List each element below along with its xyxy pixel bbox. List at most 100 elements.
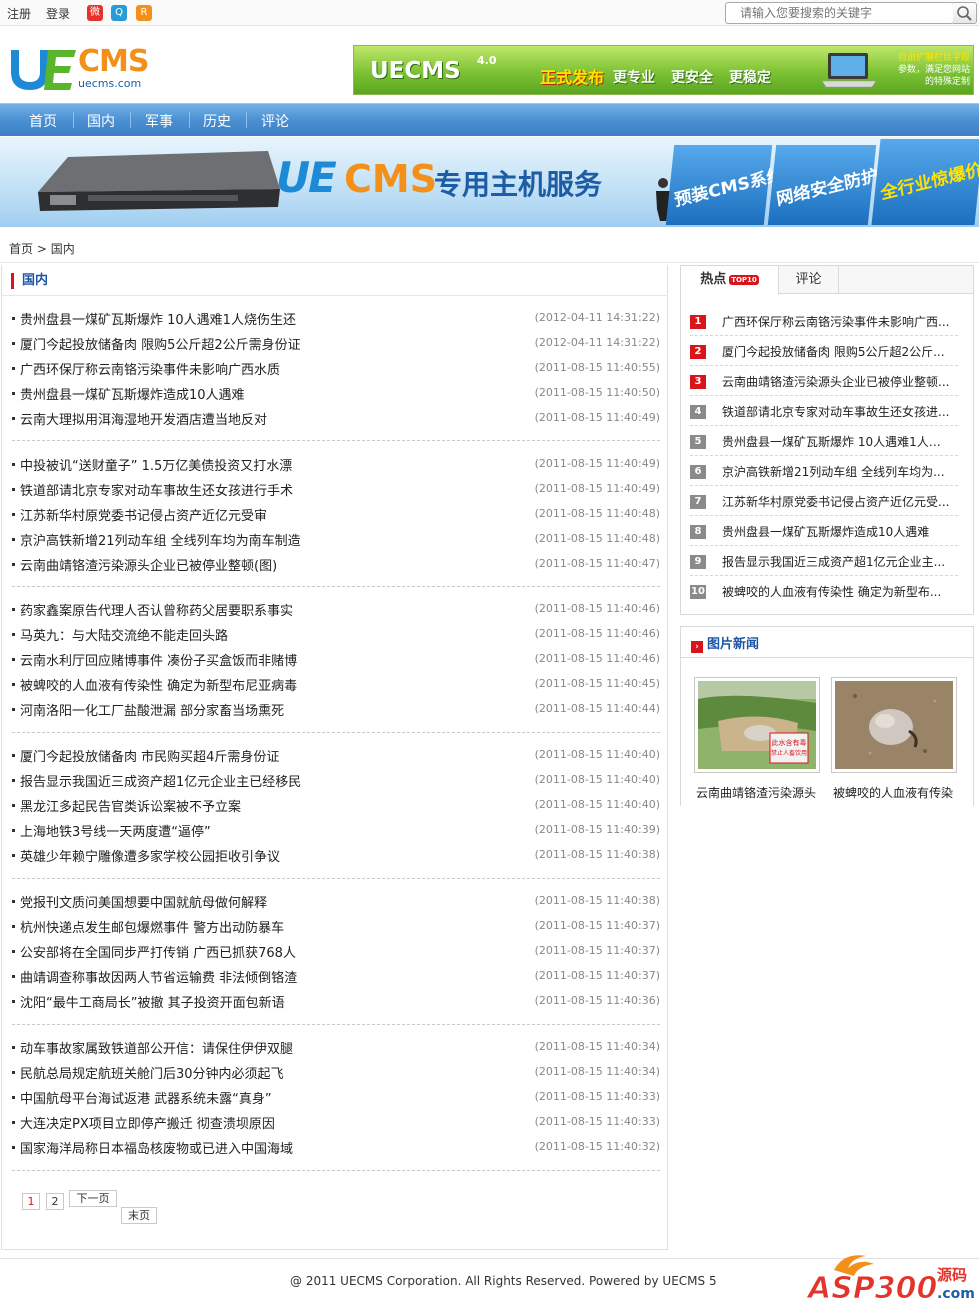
news-title[interactable]: 贵州盘县一煤矿瓦斯爆炸 10人遇难1人烧伤生还 xyxy=(20,309,296,328)
news-row[interactable]: 厦门今起投放储备肉 限购5公斤超2公斤需身份证 (2012-04-11 14:31… xyxy=(12,333,660,353)
news-title[interactable]: 京沪高铁新增21列动车组 全线列车均为南车制造 xyxy=(20,530,301,549)
hot-list-item[interactable]: 9 报告显示我国近三成资产超1亿元企业主... xyxy=(690,546,958,576)
hot-list-item[interactable]: 2 厦门今起投放储备肉 限购5公斤超2公斤... xyxy=(690,336,958,366)
hot-list-item[interactable]: 8 贵州盘县一煤矿瓦斯爆炸造成10人遇难 xyxy=(690,516,958,546)
nav-item-history[interactable]: 历史 xyxy=(203,111,231,131)
news-title[interactable]: 党报刊文质问美国想要中国就航母做何解释 xyxy=(20,892,267,911)
rss-icon[interactable]: R xyxy=(136,5,152,21)
hot-title[interactable]: 云南曲靖铬渣污染源头企业已被停业整顿... xyxy=(722,373,952,390)
search-button[interactable] xyxy=(953,2,977,24)
news-row[interactable]: 报告显示我国近三成资产超1亿元企业主已经移民 (2011-08-15 11:40:… xyxy=(12,770,660,790)
news-row[interactable]: 云南大理拟用洱海湿地开发酒店遭当地反对 (2011-08-15 11:40:49) xyxy=(12,408,660,428)
news-title[interactable]: 公安部将在全国同步严打传销 广西已抓获768人 xyxy=(20,942,296,961)
hot-title[interactable]: 被蜱咬的人血液有传染性 确定为新型布... xyxy=(722,583,952,600)
news-row[interactable]: 广西环保厅称云南铬污染事件未影响广西水质 (2011-08-15 11:40:55… xyxy=(12,358,660,378)
news-title[interactable]: 曲靖调查称事故因两人节省运输费 非法倾倒铬渣 xyxy=(20,967,297,986)
news-title[interactable]: 民航总局规定航班关舱门后30分钟内必须起飞 xyxy=(20,1063,284,1082)
news-row[interactable]: 贵州盘县一煤矿瓦斯爆炸造成10人遇难 (2011-08-15 11:40:50) xyxy=(12,383,660,403)
page-button-current[interactable]: 1 xyxy=(22,1193,40,1210)
news-row[interactable]: 沈阳“最牛工商局长”被撤 其子投资开面包新语 (2011-08-15 11:40:… xyxy=(12,991,660,1011)
hot-list-item[interactable]: 1 广西环保厅称云南铬污染事件未影响广西... xyxy=(690,306,958,336)
news-row[interactable]: 大连决定PX项目立即停产搬迁 彻查溃坝原因 (2011-08-15 11:40:3… xyxy=(12,1112,660,1132)
site-logo[interactable]: CMS uecms.com xyxy=(8,44,149,96)
hot-list-item[interactable]: 5 贵州盘县一煤矿瓦斯爆炸 10人遇难1人烧... xyxy=(690,426,958,456)
uecms-release-banner[interactable]: UECMS 4.0 正式发布 更专业 更安全 更稳定 自由扩展栏目字段 参数，满… xyxy=(353,45,974,95)
nav-item-home[interactable]: 首页 xyxy=(29,111,57,131)
news-row[interactable]: 公安部将在全国同步严打传销 广西已抓获768人 (2011-08-15 11:40… xyxy=(12,941,660,961)
news-title[interactable]: 马英九：与大陆交流绝不能走回头路 xyxy=(20,625,228,644)
hot-title[interactable]: 京沪高铁新增21列动车组 全线列车均为... xyxy=(722,463,952,480)
nav-item-domestic[interactable]: 国内 xyxy=(87,111,115,131)
news-row[interactable]: 中国航母平台海试返港 武器系统未露“真身” (2011-08-15 11:40:3… xyxy=(12,1087,660,1107)
news-title[interactable]: 沈阳“最牛工商局长”被撤 其子投资开面包新语 xyxy=(20,992,285,1011)
news-row[interactable]: 民航总局规定航班关舱门后30分钟内必须起飞 (2011-08-15 11:40:3… xyxy=(12,1062,660,1082)
news-title[interactable]: 贵州盘县一煤矿瓦斯爆炸造成10人遇难 xyxy=(20,384,245,403)
tab-comment[interactable]: 评论 xyxy=(779,266,839,294)
news-row[interactable]: 上海地铁3号线一天两度遭“逼停” (2011-08-15 11:40:39) xyxy=(12,820,660,840)
news-row[interactable]: 英雄少年赖宁雕像遭多家学校公园拒收引争议 (2011-08-15 11:40:38… xyxy=(12,845,660,865)
news-title[interactable]: 黑龙江多起民告官类诉讼案被不予立案 xyxy=(20,796,241,815)
picture-news-caption[interactable]: 云南曲靖铬渣污染源头 xyxy=(696,784,824,801)
breadcrumb-home[interactable]: 首页 xyxy=(9,242,33,256)
news-title[interactable]: 厦门今起投放储备肉 限购5公斤超2公斤需身份证 xyxy=(20,334,301,353)
register-link[interactable]: 注册 xyxy=(7,5,31,22)
news-title[interactable]: 动车事故家属致铁道部公开信：请保住伊伊双腿 xyxy=(20,1038,293,1057)
nav-item-comment[interactable]: 评论 xyxy=(261,111,289,131)
news-row[interactable]: 云南曲靖铬渣污染源头企业已被停业整顿(图) (2011-08-15 11:40:4… xyxy=(12,554,660,574)
news-row[interactable]: 国家海洋局称日本福岛核废物或已进入中国海域 (2011-08-15 11:40:3… xyxy=(12,1137,660,1157)
news-row[interactable]: 马英九：与大陆交流绝不能走回头路 (2011-08-15 11:40:46) xyxy=(12,624,660,644)
login-link[interactable]: 登录 xyxy=(46,5,70,22)
news-row[interactable]: 药家鑫案原告代理人否认曾称药父居要职系事实 (2011-08-15 11:40:4… xyxy=(12,599,660,619)
last-page-button[interactable]: 末页 xyxy=(121,1207,157,1224)
news-row[interactable]: 贵州盘县一煤矿瓦斯爆炸 10人遇难1人烧伤生还 (2012-04-11 14:31… xyxy=(12,308,660,328)
news-title[interactable]: 云南水利厅回应赌博事件 凑份子买盒饭而非赌博 xyxy=(20,650,297,669)
news-row[interactable]: 曲靖调查称事故因两人节省运输费 非法倾倒铬渣 (2011-08-15 11:40:… xyxy=(12,966,660,986)
hot-list-item[interactable]: 7 江苏新华村原党委书记侵占资产近亿元受... xyxy=(690,486,958,516)
news-title[interactable]: 云南曲靖铬渣污染源头企业已被停业整顿(图) xyxy=(20,555,277,574)
news-row[interactable]: 被蜱咬的人血液有传染性 确定为新型布尼亚病毒 (2011-08-15 11:40:… xyxy=(12,674,660,694)
news-title[interactable]: 杭州快递点发生邮包爆燃事件 警方出动防暴车 xyxy=(20,917,284,936)
hot-title[interactable]: 贵州盘县一煤矿瓦斯爆炸造成10人遇难 xyxy=(722,523,952,540)
news-title[interactable]: 上海地铁3号线一天两度遭“逼停” xyxy=(20,821,211,840)
hot-title[interactable]: 厦门今起投放储备肉 限购5公斤超2公斤... xyxy=(722,343,952,360)
hot-list-item[interactable]: 4 铁道部请北京专家对动车事故生还女孩进... xyxy=(690,396,958,426)
news-title[interactable]: 云南大理拟用洱海湿地开发酒店遭当地反对 xyxy=(20,409,267,428)
news-title[interactable]: 中国航母平台海试返港 武器系统未露“真身” xyxy=(20,1088,272,1107)
hot-list-item[interactable]: 10 被蜱咬的人血液有传染性 确定为新型布... xyxy=(690,576,958,606)
news-title[interactable]: 中投被讥“送财童子” 1.5万亿美债投资又打水漂 xyxy=(20,455,292,474)
news-row[interactable]: 厦门今起投放储备肉 市民购买超4斤需身份证 (2011-08-15 11:40:4… xyxy=(12,745,660,765)
news-row[interactable]: 黑龙江多起民告官类诉讼案被不予立案 (2011-08-15 11:40:40) xyxy=(12,795,660,815)
news-title[interactable]: 广西环保厅称云南铬污染事件未影响广西水质 xyxy=(20,359,280,378)
news-title[interactable]: 报告显示我国近三成资产超1亿元企业主已经移民 xyxy=(20,771,301,790)
breadcrumb-current[interactable]: 国内 xyxy=(51,242,75,256)
hot-list-item[interactable]: 3 云南曲靖铬渣污染源头企业已被停业整顿... xyxy=(690,366,958,396)
news-row[interactable]: 动车事故家属致铁道部公开信：请保住伊伊双腿 (2011-08-15 11:40:3… xyxy=(12,1037,660,1057)
news-title[interactable]: 河南洛阳一化工厂盐酸泄漏 部分家畜当场熏死 xyxy=(20,700,284,719)
news-row[interactable]: 杭州快递点发生邮包爆燃事件 警方出动防暴车 (2011-08-15 11:40:3… xyxy=(12,916,660,936)
picture-news-caption[interactable]: 被蜱咬的人血液有传染 xyxy=(833,784,961,801)
news-row[interactable]: 河南洛阳一化工厂盐酸泄漏 部分家畜当场熏死 (2011-08-15 11:40:4… xyxy=(12,699,660,719)
hot-list-item[interactable]: 6 京沪高铁新增21列动车组 全线列车均为... xyxy=(690,456,958,486)
news-row[interactable]: 京沪高铁新增21列动车组 全线列车均为南车制造 (2011-08-15 11:40… xyxy=(12,529,660,549)
picture-news-image[interactable]: 此水含有毒 禁止人畜饮用 xyxy=(694,677,820,773)
page-button[interactable]: 2 xyxy=(46,1193,64,1210)
news-title[interactable]: 大连决定PX项目立即停产搬迁 彻查溃坝原因 xyxy=(20,1113,275,1132)
tencent-weibo-icon[interactable]: Q xyxy=(111,5,127,21)
nav-item-military[interactable]: 军事 xyxy=(145,111,173,131)
news-row[interactable]: 中投被讥“送财童子” 1.5万亿美债投资又打水漂 (2011-08-15 11:4… xyxy=(12,454,660,474)
tab-hot[interactable]: 热点 TOP10 xyxy=(681,266,779,295)
news-title[interactable]: 药家鑫案原告代理人否认曾称药父居要职系事实 xyxy=(20,600,293,619)
hosting-banner[interactable]: UE CMS 专用主机服务 预装CMS系统 网络安全防护 全行业惊爆价 xyxy=(0,137,979,227)
news-title[interactable]: 被蜱咬的人血液有传染性 确定为新型布尼亚病毒 xyxy=(20,675,297,694)
hot-title[interactable]: 江苏新华村原党委书记侵占资产近亿元受... xyxy=(722,493,952,510)
hot-title[interactable]: 报告显示我国近三成资产超1亿元企业主... xyxy=(722,553,952,570)
news-title[interactable]: 江苏新华村原党委书记侵占资产近亿元受审 xyxy=(20,505,267,524)
news-title[interactable]: 国家海洋局称日本福岛核废物或已进入中国海域 xyxy=(20,1138,293,1157)
news-row[interactable]: 党报刊文质问美国想要中国就航母做何解释 (2011-08-15 11:40:38) xyxy=(12,891,660,911)
search-input[interactable] xyxy=(725,2,954,24)
hot-title[interactable]: 贵州盘县一煤矿瓦斯爆炸 10人遇难1人烧... xyxy=(722,433,952,450)
news-row[interactable]: 铁道部请北京专家对动车事故生还女孩进行手术 (2011-08-15 11:40:4… xyxy=(12,479,660,499)
news-row[interactable]: 云南水利厅回应赌博事件 凑份子买盒饭而非赌博 (2011-08-15 11:40:… xyxy=(12,649,660,669)
picture-news-image[interactable] xyxy=(831,677,957,773)
hot-title[interactable]: 广西环保厅称云南铬污染事件未影响广西... xyxy=(722,313,952,330)
